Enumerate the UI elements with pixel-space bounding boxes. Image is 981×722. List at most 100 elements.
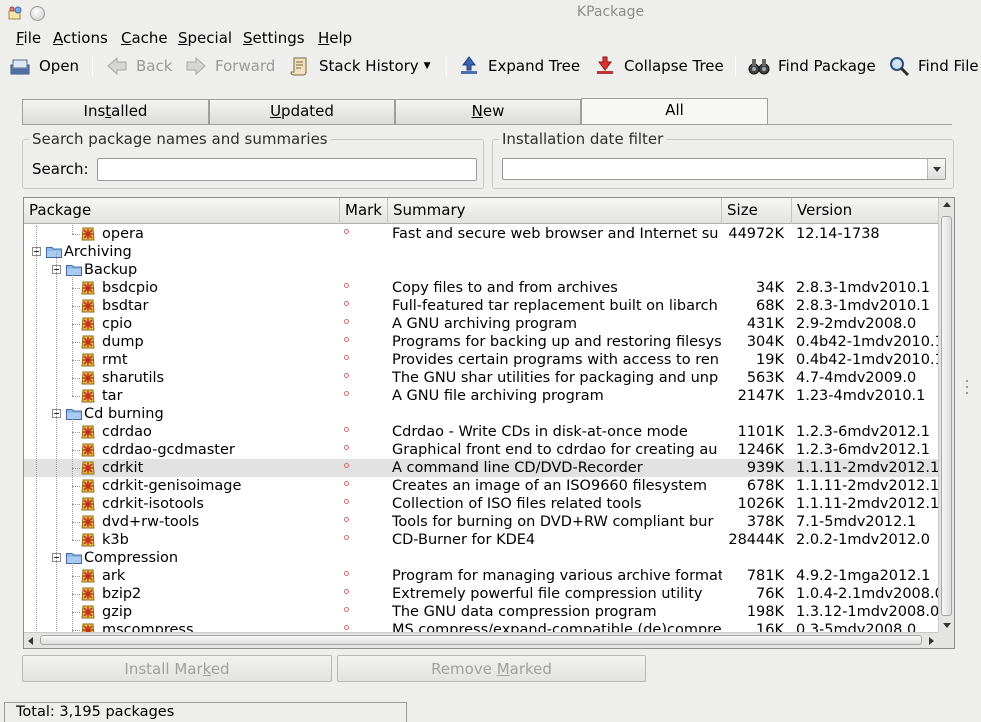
scroll-up-icon[interactable] [939, 198, 955, 212]
expand-tree-button[interactable]: Expand Tree [458, 55, 580, 77]
mark-checkbox[interactable] [344, 283, 349, 288]
arrow-right-icon [186, 56, 206, 76]
toolbar-separator [446, 56, 447, 76]
menu-help[interactable]: Help [318, 29, 352, 47]
horizontal-scrollbar[interactable] [24, 632, 938, 648]
tree-group-row[interactable]: Archiving [24, 243, 938, 261]
table-row[interactable]: cdrdao Cdrdao - Write CDs in disk-at-once… [24, 423, 938, 441]
package-icon [81, 461, 95, 475]
mark-checkbox[interactable] [344, 301, 349, 306]
date-filter-select[interactable] [502, 158, 946, 180]
chevron-down-icon[interactable] [927, 159, 945, 179]
menu-file[interactable]: File [16, 29, 41, 47]
back-button[interactable]: Back [106, 55, 172, 77]
collapse-tree-button[interactable]: Collapse Tree [594, 55, 724, 77]
table-row[interactable]: dvd+rw-tools Tools for burning on DVD+RW … [24, 513, 938, 531]
table-row[interactable]: cdrdao-gcdmaster Graphical front end to c… [24, 441, 938, 459]
folder-icon [46, 247, 62, 258]
package-summary: Fast and secure web browser and Internet… [392, 226, 719, 242]
mark-checkbox[interactable] [344, 607, 349, 612]
search-input[interactable] [97, 158, 477, 181]
table-row[interactable]: cdrkit A command line CD/DVD-Recorder 939K… [24, 459, 938, 477]
stack-history-label: Stack History [319, 57, 419, 75]
tab-updated[interactable]: Updated [209, 99, 395, 124]
mark-checkbox[interactable] [344, 319, 349, 324]
mark-checkbox[interactable] [344, 427, 349, 432]
remove-marked-button[interactable]: Remove Marked [337, 655, 646, 682]
mark-checkbox[interactable] [344, 517, 349, 522]
splitter-grip[interactable] [966, 378, 970, 400]
mark-checkbox[interactable] [344, 373, 349, 378]
vertical-scroll-thumb[interactable] [941, 216, 952, 616]
tab-all[interactable]: All [581, 98, 768, 125]
back-label: Back [136, 57, 173, 75]
scroll-down-icon[interactable] [939, 618, 955, 632]
mark-checkbox[interactable] [344, 625, 349, 630]
package-tree[interactable]: Package Mark Summary Size Version opera F… [23, 197, 955, 649]
package-summary: Copy files to and from archives [392, 280, 618, 296]
column-package[interactable]: Package [24, 198, 340, 224]
menu-cache[interactable]: Cache [121, 29, 168, 47]
package-version: 7.1-5mdv2012.1 [796, 514, 917, 530]
main-toolbar: Open Back Forward Stack History ▼ Expand… [0, 51, 981, 79]
tab-installed[interactable]: Installed [22, 99, 209, 124]
table-row[interactable]: bsdcpio Copy files to and from archives 34… [24, 279, 938, 297]
table-row[interactable]: sharutils The GNU shar utilities for pack… [24, 369, 938, 387]
column-size[interactable]: Size [722, 198, 792, 224]
menu-actions[interactable]: Actions [53, 29, 108, 47]
mark-checkbox[interactable] [344, 391, 349, 396]
package-version: 1.1.11-2mdv2012.1 [796, 460, 938, 476]
expand-tree-label: Expand Tree [488, 57, 581, 75]
table-row[interactable]: dump Programs for backing up and restorin… [24, 333, 938, 351]
find-file-button[interactable]: Find File [888, 55, 979, 77]
column-version[interactable]: Version [792, 198, 938, 224]
dropdown-arrow-icon[interactable]: ▼ [424, 61, 431, 71]
scroll-right-icon[interactable] [924, 634, 938, 648]
tab-new[interactable]: New [395, 99, 581, 124]
forward-button[interactable]: Forward [185, 55, 275, 77]
tree-group-row[interactable]: Backup [24, 261, 938, 279]
mark-checkbox[interactable] [344, 337, 349, 342]
stack-history-button[interactable]: Stack History ▼ [289, 55, 431, 77]
mark-checkbox[interactable] [344, 499, 349, 504]
package-size: 781K [746, 568, 784, 584]
column-mark[interactable]: Mark [340, 198, 388, 224]
tree-group-row[interactable]: Cd burning [24, 405, 938, 423]
mark-checkbox[interactable] [344, 463, 349, 468]
table-row[interactable]: cdrkit-isotools Collection of ISO files r… [24, 495, 938, 513]
package-name: gzip [102, 604, 133, 620]
install-marked-button[interactable]: Install Marked [22, 655, 332, 682]
table-row[interactable]: rmt Provides certain programs with access… [24, 351, 938, 369]
mark-checkbox[interactable] [344, 229, 349, 234]
mark-checkbox[interactable] [344, 589, 349, 594]
table-row[interactable]: ark Program for managing various archive … [24, 567, 938, 585]
table-row[interactable]: cdrkit-genisoimage Creates an image of an… [24, 477, 938, 495]
vertical-scrollbar[interactable] [938, 198, 954, 634]
tree-branch-line [72, 612, 80, 613]
table-row[interactable]: cpio A GNU archiving program 431K 2.9-2mdv2… [24, 315, 938, 333]
table-row[interactable]: gzip The GNU data compression program 198K… [24, 603, 938, 621]
open-button[interactable]: Open [9, 55, 79, 77]
column-summary[interactable]: Summary [388, 198, 722, 224]
table-row[interactable]: tar A GNU file archiving program 2147K 1.23… [24, 387, 938, 405]
find-package-button[interactable]: Find Package [748, 55, 876, 77]
tree-group-row[interactable]: Compression [24, 549, 938, 567]
package-icon [81, 443, 95, 457]
table-row[interactable]: k3b CD-Burner for KDE4 28444K 2.0.2-1mdv201… [24, 531, 938, 549]
package-name: cdrkit-genisoimage [102, 478, 242, 494]
menu-settings[interactable]: Settings [243, 29, 305, 47]
scroll-left-icon[interactable] [24, 634, 38, 648]
horizontal-scroll-thumb[interactable] [40, 635, 922, 645]
package-icon [81, 479, 95, 493]
mark-checkbox[interactable] [344, 535, 349, 540]
package-size: 28444K [728, 532, 784, 548]
table-row[interactable]: bzip2 Extremely powerful file compression… [24, 585, 938, 603]
mark-checkbox[interactable] [344, 571, 349, 576]
mark-checkbox[interactable] [344, 355, 349, 360]
menu-special[interactable]: Special [178, 29, 232, 47]
mark-checkbox[interactable] [344, 481, 349, 486]
mark-checkbox[interactable] [344, 445, 349, 450]
table-row[interactable]: bsdtar Full-featured tar replacement buil… [24, 297, 938, 315]
table-row[interactable]: opera Fast and secure web browser and Int… [24, 225, 938, 243]
folder-icon [66, 409, 82, 420]
